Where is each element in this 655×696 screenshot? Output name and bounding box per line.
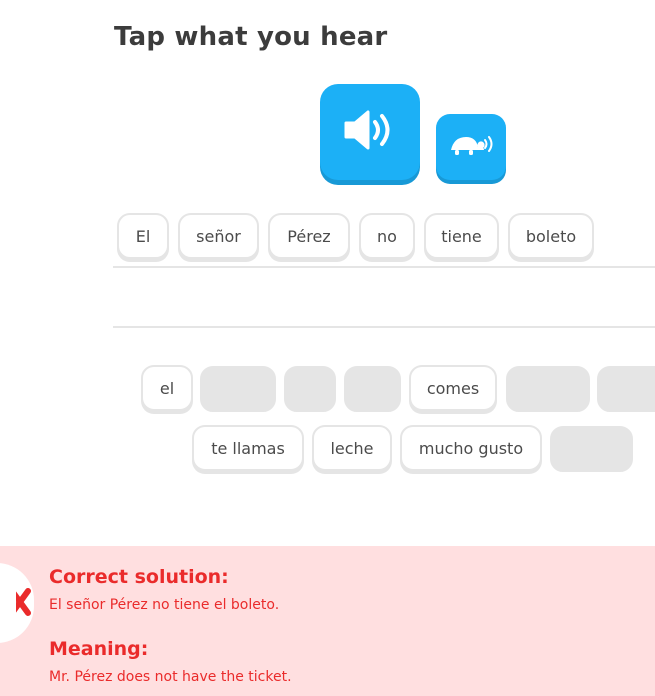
answer-word[interactable]: señor bbox=[178, 213, 259, 259]
bank-slot-empty bbox=[200, 366, 276, 412]
bank-slot-empty bbox=[597, 366, 655, 412]
answer-word[interactable]: no bbox=[359, 213, 415, 259]
bank-word[interactable]: mucho gusto bbox=[400, 425, 542, 471]
answer-line-2 bbox=[113, 326, 655, 328]
bank-slot-empty bbox=[550, 426, 633, 472]
answer-word[interactable]: tiene bbox=[424, 213, 499, 259]
lesson-screen: Tap what you hear El señor Pérez no tien… bbox=[0, 0, 655, 696]
solution-heading: Correct solution: bbox=[49, 566, 229, 588]
answer-word[interactable]: Pérez bbox=[268, 213, 350, 259]
slow-audio-button[interactable] bbox=[436, 114, 506, 180]
play-audio-button[interactable] bbox=[320, 84, 420, 180]
bank-word[interactable]: el bbox=[141, 365, 193, 411]
answer-word[interactable]: boleto bbox=[508, 213, 594, 259]
answer-line-1 bbox=[113, 266, 655, 268]
bank-slot-empty bbox=[344, 366, 401, 412]
turtle-icon bbox=[447, 130, 495, 164]
bank-slot-empty bbox=[506, 366, 590, 412]
bank-word[interactable]: leche bbox=[312, 425, 392, 471]
meaning-text: Mr. Pérez does not have the ticket. bbox=[49, 669, 292, 685]
bank-slot-empty bbox=[284, 366, 336, 412]
bank-word[interactable]: te llamas bbox=[192, 425, 304, 471]
meaning-heading: Meaning: bbox=[49, 638, 149, 660]
bank-word[interactable]: comes bbox=[409, 365, 497, 411]
answer-word[interactable]: El bbox=[117, 213, 169, 259]
speaker-icon bbox=[342, 108, 398, 156]
solution-text: El señor Pérez no tiene el boleto. bbox=[49, 597, 280, 613]
challenge-title: Tap what you hear bbox=[114, 22, 388, 52]
